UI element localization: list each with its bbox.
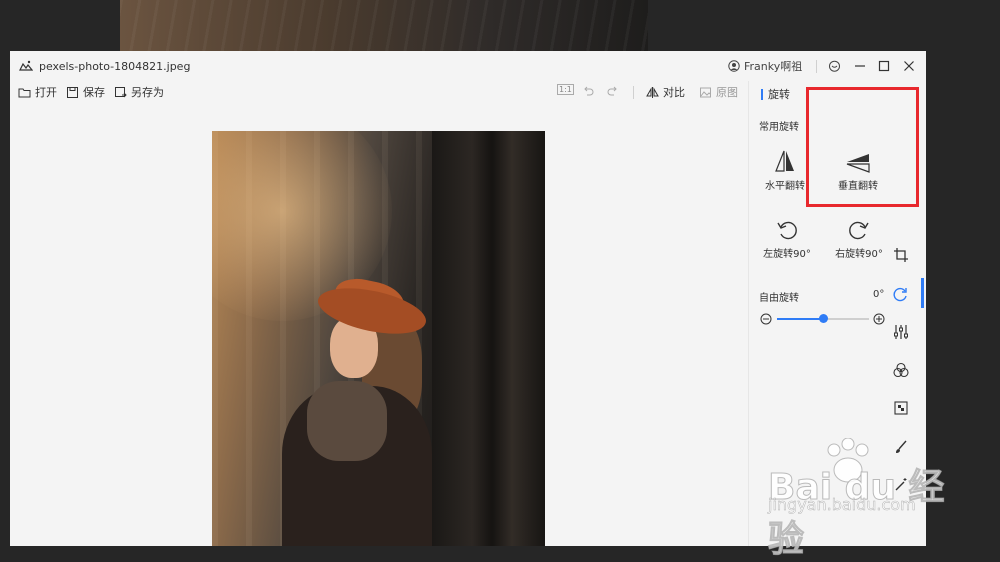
- toolbar: 打开 保存 另存为 1:1 对比 原图: [10, 81, 748, 103]
- flip-horizontal-label: 水平翻转: [765, 181, 805, 192]
- panel-tab-label: 旋转: [768, 88, 790, 101]
- slider-knob[interactable]: [818, 314, 828, 323]
- original-label: 原图: [716, 86, 738, 99]
- flip-horizontal-icon: [775, 150, 794, 172]
- rotate-left-button[interactable]: 左旋转90°: [759, 219, 815, 260]
- mosaic-tool[interactable]: [890, 397, 912, 419]
- save-as-button[interactable]: 另存为: [114, 84, 164, 100]
- active-tool-indicator: [921, 278, 924, 308]
- adjust-tool[interactable]: [890, 321, 912, 343]
- window-title: pexels-photo-1804821.jpeg: [39, 60, 191, 73]
- watermark-url: jingyan.baidu.com: [768, 495, 916, 515]
- feedback-button[interactable]: [825, 57, 843, 75]
- compare-icon: [646, 86, 659, 98]
- rotate-tool[interactable]: [890, 283, 912, 305]
- rotate-left-icon: [777, 221, 797, 240]
- undo-icon: [584, 86, 594, 96]
- increase-icon[interactable]: [873, 313, 885, 325]
- save-label: 保存: [83, 86, 105, 99]
- rotate-left-label: 左旋转90°: [763, 249, 811, 260]
- image-icon: [700, 87, 711, 97]
- active-tab-indicator: [761, 88, 763, 100]
- fit-label: 1:1: [557, 84, 574, 95]
- image-app-icon: [19, 60, 33, 71]
- close-button[interactable]: [900, 57, 918, 75]
- compare-label: 对比: [663, 86, 685, 99]
- maximize-icon: [878, 60, 890, 72]
- panel-tab-rotate[interactable]: 旋转: [761, 86, 790, 102]
- title-divider: [816, 60, 817, 73]
- user-account[interactable]: Franky啊祖: [728, 58, 802, 74]
- rotate-right-icon: [849, 221, 869, 240]
- slider-fill: [777, 318, 823, 320]
- fit-button[interactable]: 1:1: [557, 84, 574, 95]
- minimize-button[interactable]: [851, 57, 869, 75]
- maximize-button[interactable]: [875, 57, 893, 75]
- compare-button[interactable]: 对比: [646, 84, 685, 100]
- folder-icon: [18, 88, 31, 97]
- flip-horizontal-button[interactable]: 水平翻转: [757, 149, 813, 192]
- chat-icon: [828, 60, 840, 72]
- free-rotate-slider[interactable]: [760, 312, 890, 326]
- mosaic-icon: [894, 401, 908, 415]
- common-rotate-label: 常用旋转: [759, 122, 799, 133]
- image-canvas[interactable]: [10, 103, 748, 546]
- rotate-right-label: 右旋转90°: [835, 249, 883, 260]
- save-as-label: 另存为: [131, 86, 164, 99]
- save-as-icon: [115, 86, 127, 97]
- free-rotate-value: 0°: [873, 289, 885, 300]
- free-rotate-label: 自由旋转: [759, 293, 799, 304]
- save-icon: [67, 86, 78, 98]
- filter-tool[interactable]: [890, 359, 912, 381]
- toolbar-divider: [633, 86, 634, 99]
- redo-button[interactable]: [606, 84, 619, 97]
- crop-icon: [894, 248, 908, 262]
- close-icon: [904, 61, 914, 71]
- decrease-icon[interactable]: [760, 313, 772, 325]
- edited-photo: [212, 131, 545, 546]
- open-label: 打开: [35, 86, 57, 99]
- sliders-icon: [894, 325, 908, 339]
- background-photo: [120, 0, 648, 51]
- minimize-icon: [855, 65, 865, 67]
- rotate-icon: [893, 287, 907, 302]
- baidu-watermark: Bai du 经验 jingyan.baidu.com: [768, 438, 968, 561]
- annotation-highlight-box: [806, 87, 919, 207]
- original-button[interactable]: 原图: [699, 84, 738, 100]
- user-name: Franky啊祖: [744, 60, 803, 73]
- title-bar: pexels-photo-1804821.jpeg Franky啊祖: [10, 51, 926, 81]
- crop-tool[interactable]: [890, 244, 912, 266]
- save-button[interactable]: 保存: [66, 84, 105, 100]
- undo-button[interactable]: [582, 84, 595, 97]
- user-avatar-icon: [728, 60, 740, 72]
- redo-icon: [607, 86, 617, 96]
- filter-circles-icon: [893, 362, 909, 378]
- rotate-right-button[interactable]: 右旋转90°: [831, 219, 887, 260]
- open-button[interactable]: 打开: [18, 84, 57, 100]
